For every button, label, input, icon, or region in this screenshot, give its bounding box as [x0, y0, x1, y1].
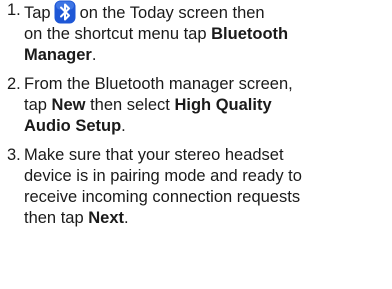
step-line: From the Bluetooth manager screen,	[24, 75, 293, 93]
step-line: device is in pairing mode and ready to	[24, 167, 302, 185]
step-text: then tap	[24, 209, 84, 227]
step-text: on the shortcut menu tap	[24, 25, 207, 43]
step-text: Tap	[24, 4, 51, 22]
manager-label: Manager	[24, 46, 92, 64]
step-3: 3. Make sure that your stereo headset de…	[0, 145, 392, 229]
instruction-steps: 1. Tap on the Today screen then on the s…	[0, 0, 392, 229]
step-line: Tap on the Today screen then	[24, 0, 392, 24]
bluetooth-label: Bluetooth	[211, 25, 289, 43]
step-text: .	[121, 117, 126, 135]
step-number: 3.	[7, 146, 21, 164]
step-text: .	[124, 209, 129, 227]
step-line: receive incoming connection requests	[24, 188, 301, 206]
high-quality-label: High Quality	[174, 96, 272, 114]
step-line: on the shortcut menu tap Bluetooth	[24, 24, 392, 45]
step-line: tap New then select High Quality	[24, 95, 392, 116]
bluetooth-icon	[53, 0, 77, 24]
new-label: New	[51, 96, 86, 114]
step-2: 2. From the Bluetooth manager screen, ta…	[0, 74, 392, 137]
step-text: tap	[24, 96, 47, 114]
audio-setup-label: Audio Setup	[24, 117, 122, 135]
step-text: .	[91, 46, 97, 64]
step-text: on the Today screen then	[79, 4, 265, 22]
step-line: Make sure that your stereo headset	[24, 146, 284, 164]
step-line: Manager.	[24, 45, 392, 66]
step-line: Audio Setup.	[24, 116, 392, 137]
step-number: 1.	[7, 1, 21, 19]
step-text: then select	[90, 96, 170, 114]
step-1: 1. Tap on the Today screen then on the s…	[0, 0, 392, 66]
next-label: Next	[88, 209, 124, 227]
step-line: then tap Next.	[24, 208, 392, 229]
step-number: 2.	[7, 75, 21, 93]
